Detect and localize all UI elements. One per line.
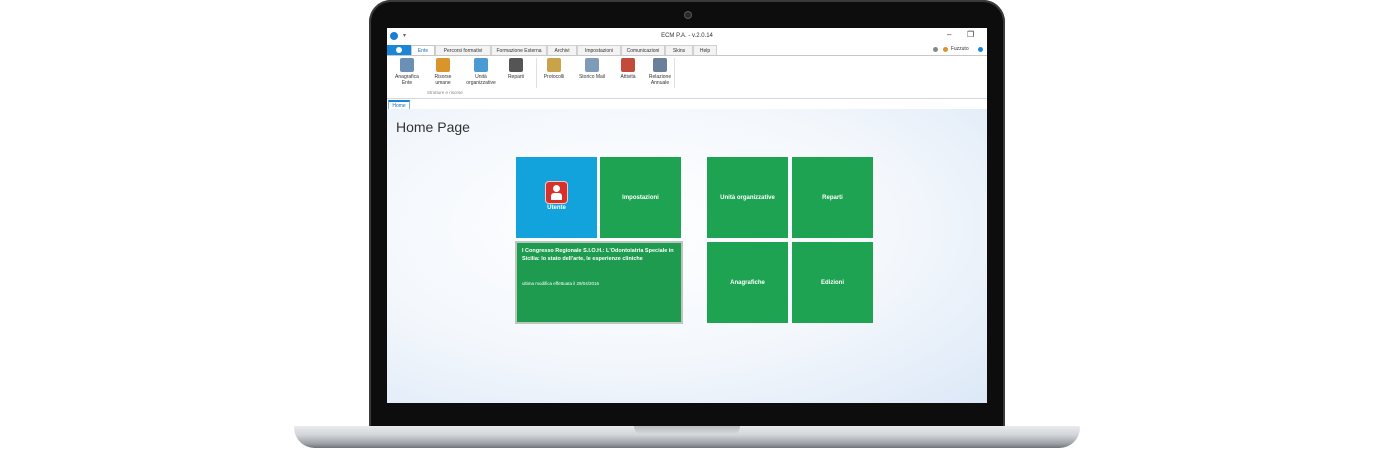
tab-archivi[interactable]: Archivi [547,45,577,55]
tab-home[interactable]: Home [388,100,410,109]
calendar-icon [621,58,635,72]
file-menu-icon [396,47,402,53]
tile-edizioni[interactable]: Edizioni [792,242,873,323]
webcam-icon [684,11,692,19]
tile-anagrafiche-label: Anagrafiche [730,279,765,286]
risorse-umane-label: Risorse umane [434,74,452,86]
report-icon [653,58,667,72]
tile-impostazioni-label: Impostazioni [622,194,659,201]
org-unit-icon [474,58,488,72]
tile-unita-label: Unità organizzative [720,194,775,201]
relazione-annuale-button[interactable]: Relazione Annuale [645,58,675,86]
anagrafica-ente-button[interactable]: Anagrafica Ente [391,58,423,86]
tile-edizioni-label: Edizioni [821,279,844,286]
tab-impostazioni[interactable]: Impostazioni [577,45,621,55]
restore-icon[interactable]: ❐ [967,30,974,39]
tile-reparti[interactable]: Reparti [792,157,873,238]
user-icon [546,182,567,203]
unita-organizzative-button[interactable]: Unità organizzative [463,58,499,86]
mail-history-icon [585,58,599,72]
tile-unita-organizzative[interactable]: Unità organizzative [707,157,788,238]
file-menu-button[interactable] [387,45,411,55]
protocolli-label: Protocolli [543,74,565,80]
relazione-annuale-label: Relazione Annuale [648,74,672,86]
news-title: I Congresso Regionale S.I.O.H.: L'Odonto… [522,248,674,262]
risorse-umane-button[interactable]: Risorse umane [427,58,459,86]
ribbon-group-separator [674,58,675,88]
tab-formazione-esterna[interactable]: Formazione Esterna [491,45,547,55]
storico-mail-label: Storico Mail [578,74,606,80]
tile-utente[interactable]: Utente [516,157,597,238]
minimize-icon[interactable]: – [947,30,951,39]
window-title: ECM P.A. - v.2.0.14 [661,33,713,39]
user-area: Fuzzuto [929,46,983,52]
reparti-label: Reparti [507,74,525,80]
app-screen: ▾ ECM P.A. - v.2.0.14 – ❐ Ente Percorsi … [387,28,987,403]
unita-organizzative-label: Unità organizzative [466,74,496,86]
tab-percorsi-formativi[interactable]: Percorsi formativi [435,45,491,55]
clipboard-icon [547,58,561,72]
hierarchy-icon [509,58,523,72]
news-date: ultima modifica effettuata il 29/04/2016 [522,281,599,286]
tile-reparti-label: Reparti [822,194,843,201]
reparti-button[interactable]: Reparti [501,58,531,80]
building-icon [400,58,414,72]
help-icon[interactable] [978,46,983,52]
storico-mail-button[interactable]: Storico Mail [575,58,609,80]
tile-utente-label: Utente [547,205,566,211]
user-name[interactable]: Fuzzuto [951,46,969,52]
ribbon-group-separator [536,58,537,88]
anagrafica-ente-label: Anagrafica Ente [395,74,419,86]
tab-skins[interactable]: Skins [665,45,693,55]
ribbon-group-label: Strutture e risorse [427,90,463,95]
tile-impostazioni[interactable]: Impostazioni [600,157,681,238]
tab-comunicazioni[interactable]: Comunicazioni [621,45,665,55]
settings-icon[interactable] [933,46,939,52]
tab-help[interactable]: Help [693,45,717,55]
tile-anagrafiche[interactable]: Anagrafiche [707,242,788,323]
attivita-label: Attività [620,74,636,80]
title-bar: ▾ ECM P.A. - v.2.0.14 – ❐ [387,28,987,45]
home-page-content: Home Page Utente Impostazioni I Congress… [387,109,987,403]
ribbon-tab-bar: Ente Percorsi formativi Formazione Ester… [387,45,987,56]
page-title: Home Page [396,119,470,135]
people-icon [436,58,450,72]
ribbon-panel: Anagrafica Ente Risorse umane Unità orga… [387,56,987,99]
attivita-button[interactable]: Attività [613,58,643,80]
user-icon [943,46,949,52]
tab-ente[interactable]: Ente [411,45,435,55]
tile-news[interactable]: I Congresso Regionale S.I.O.H.: L'Odonto… [515,241,683,324]
protocolli-button[interactable]: Protocolli [539,58,569,80]
laptop-notch [634,426,740,435]
